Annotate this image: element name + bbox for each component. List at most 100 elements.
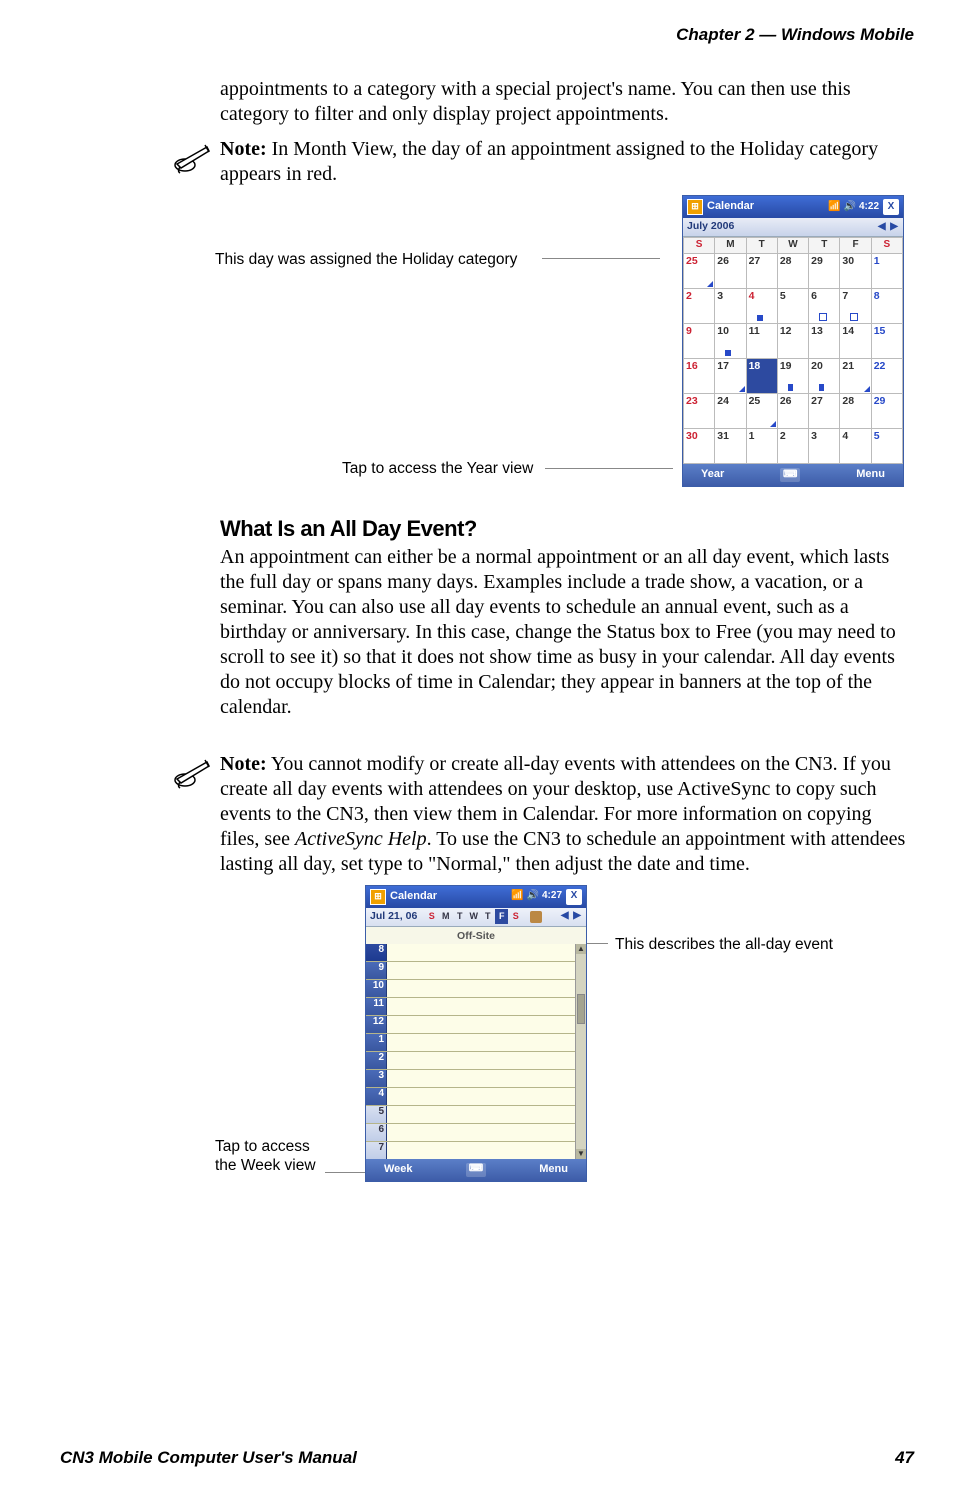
calendar-day-cell[interactable]: 29 [871, 394, 902, 429]
hour-row[interactable]: 10 [366, 980, 576, 998]
hour-row[interactable]: 1 [366, 1034, 576, 1052]
date-label[interactable]: Jul 21, 06 [370, 910, 417, 923]
daypick-day[interactable]: T [453, 909, 466, 924]
hour-row[interactable]: 7 [366, 1142, 576, 1159]
calendar-day-cell[interactable]: 3 [715, 289, 746, 324]
daypick-day[interactable]: W [467, 909, 480, 924]
footer-manual: CN3 Mobile Computer User's Manual [60, 1448, 357, 1468]
calendar-day-cell[interactable]: 7 [840, 289, 871, 324]
hour-row[interactable]: 6 [366, 1124, 576, 1142]
scroll-thumb[interactable] [577, 994, 585, 1024]
scrollbar[interactable]: ▲ ▼ [575, 944, 586, 1159]
calendar-day-cell[interactable]: 25 [746, 394, 777, 429]
weekday-header: M [715, 238, 746, 254]
calendar-day-cell[interactable]: 17 [715, 359, 746, 394]
section-heading: What Is an All Day Event? [220, 515, 914, 543]
calendar-day-cell[interactable]: 1 [746, 429, 777, 464]
section-para: An appointment can either be a normal ap… [220, 545, 914, 720]
hour-row[interactable]: 12 [366, 1016, 576, 1034]
calendar-day-cell[interactable]: 12 [777, 324, 808, 359]
daypick-day[interactable]: S [509, 909, 522, 924]
calendar-day-cell[interactable]: 5 [871, 429, 902, 464]
close-button2[interactable]: X [566, 889, 582, 905]
calendar-day-cell[interactable]: 2 [777, 429, 808, 464]
note1-text: Note: In Month View, the day of an appoi… [220, 137, 914, 187]
keyboard-icon[interactable]: ⌨ [466, 1163, 486, 1177]
calendar-day-cell[interactable]: 4 [840, 429, 871, 464]
month-nav[interactable]: ◀ ▶ [878, 221, 899, 234]
calendar-day-cell[interactable]: 30 [684, 429, 715, 464]
calendar-day-cell[interactable]: 30 [840, 254, 871, 289]
hour-row[interactable]: 9 [366, 962, 576, 980]
hour-row[interactable]: 5 [366, 1106, 576, 1124]
calendar-day-cell[interactable]: 1 [871, 254, 902, 289]
calendar-day-cell[interactable]: 10 [715, 324, 746, 359]
calendar-day-cell[interactable]: 28 [840, 394, 871, 429]
menu-softkey[interactable]: Menu [856, 468, 885, 482]
calendar-day-cell[interactable]: 3 [809, 429, 840, 464]
weekday-header: S [684, 238, 715, 254]
day-picker[interactable]: SMTWTFS [425, 909, 522, 924]
calendar-day-cell[interactable]: 11 [746, 324, 777, 359]
daypick-day[interactable]: T [481, 909, 494, 924]
year-softkey[interactable]: Year [701, 468, 724, 482]
calendar-day-cell[interactable]: 31 [715, 429, 746, 464]
calendar-day-cell[interactable]: 14 [840, 324, 871, 359]
daypick-day[interactable]: M [439, 909, 452, 924]
calendar-day-cell[interactable]: 29 [809, 254, 840, 289]
calendar-day-cell[interactable]: 28 [777, 254, 808, 289]
hour-row[interactable]: 4 [366, 1088, 576, 1106]
calendar-day-cell[interactable]: 23 [684, 394, 715, 429]
calendar-day-cell[interactable]: 15 [871, 324, 902, 359]
calendar-day-cell[interactable]: 20 [809, 359, 840, 394]
clock-time2: 4:27 [542, 890, 562, 903]
menu-softkey2[interactable]: Menu [539, 1163, 568, 1177]
day-nav[interactable]: ◀ ▶ [561, 910, 582, 923]
week-softkey[interactable]: Week [384, 1163, 413, 1177]
category-flag-icon[interactable] [530, 911, 542, 923]
weekday-header: F [840, 238, 871, 254]
calendar-day-cell[interactable]: 2 [684, 289, 715, 324]
calendar-day-cell[interactable]: 5 [777, 289, 808, 324]
figure1: This day was assigned the Holiday catego… [220, 195, 914, 495]
hours-list[interactable]: 8910111212345678 [366, 944, 576, 1159]
keyboard-icon[interactable]: ⌨ [780, 468, 800, 482]
calendar-day-cell[interactable]: 26 [715, 254, 746, 289]
hour-row[interactable]: 2 [366, 1052, 576, 1070]
calendar-day-cell[interactable]: 24 [715, 394, 746, 429]
calendar-day-cell[interactable]: 26 [777, 394, 808, 429]
calendar-day-cell[interactable]: 22 [871, 359, 902, 394]
hour-row[interactable]: 3 [366, 1070, 576, 1088]
intro-para: appointments to a category with a specia… [220, 77, 914, 127]
hour-label: 7 [366, 1142, 387, 1159]
calendar-day-cell[interactable]: 25 [684, 254, 715, 289]
start-icon[interactable]: ⊞ [370, 889, 386, 905]
scroll-down-icon[interactable]: ▼ [576, 1149, 586, 1159]
scroll-up-icon[interactable]: ▲ [576, 944, 586, 954]
weekday-header: T [746, 238, 777, 254]
calendar-day-cell[interactable]: 13 [809, 324, 840, 359]
calendar-day-cell[interactable]: 8 [871, 289, 902, 324]
hour-row[interactable]: 8 [366, 944, 576, 962]
hour-label: 5 [366, 1106, 387, 1123]
hour-row[interactable]: 11 [366, 998, 576, 1016]
calendar-day-cell[interactable]: 27 [746, 254, 777, 289]
calendar-day-cell[interactable]: 18 [746, 359, 777, 394]
start-icon[interactable]: ⊞ [687, 199, 703, 215]
calendar-day-cell[interactable]: 27 [809, 394, 840, 429]
daypick-day[interactable]: F [495, 909, 508, 924]
calendar-day-cell[interactable]: 16 [684, 359, 715, 394]
calendar-day-cell[interactable]: 6 [809, 289, 840, 324]
calendar-day-cell[interactable]: 19 [777, 359, 808, 394]
note-icon [172, 752, 212, 792]
calendar-day-cell[interactable]: 9 [684, 324, 715, 359]
close-button[interactable]: X [883, 199, 899, 215]
clock-time: 4:22 [859, 201, 879, 214]
titlebar2: ⊞ Calendar 📶 🔊 4:27 X [366, 886, 586, 908]
calendar-day-cell[interactable]: 21 [840, 359, 871, 394]
callout-week: Tap to access the Week view [215, 1137, 316, 1176]
daypick-day[interactable]: S [425, 909, 438, 924]
month-label[interactable]: July 2006 [687, 220, 734, 233]
volume-icon: 🔊 [527, 890, 539, 903]
calendar-day-cell[interactable]: 4 [746, 289, 777, 324]
